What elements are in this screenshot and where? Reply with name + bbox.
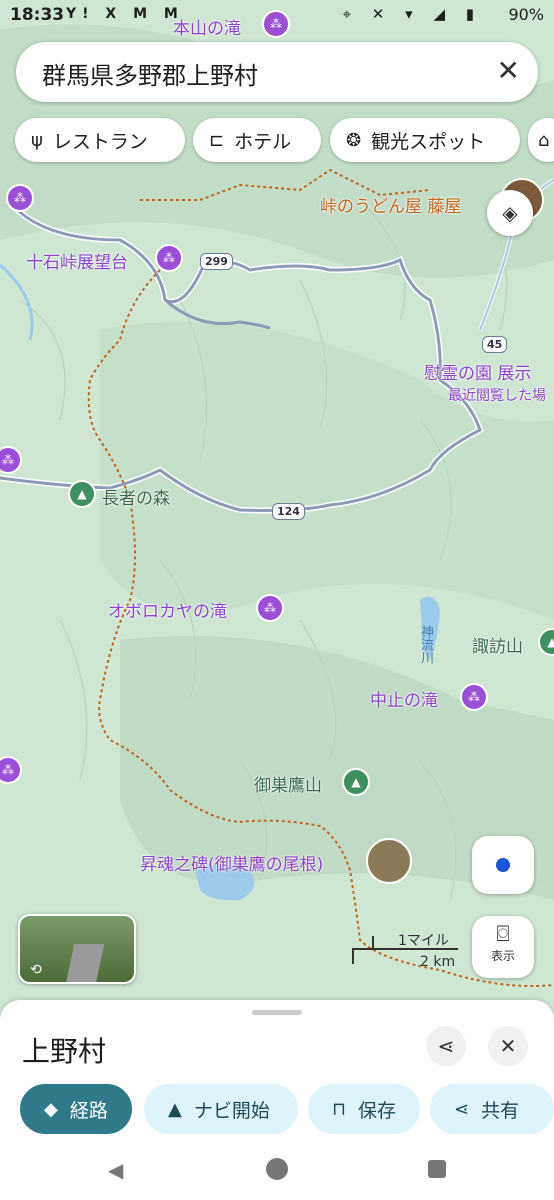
viewpoint-pin-icon[interactable]: ⁂ (155, 244, 183, 272)
share-icon: ⋖ (437, 1034, 455, 1058)
lens-button[interactable]: ⌼ 表示 (472, 916, 534, 978)
scale-imperial: 1マイル (398, 933, 449, 949)
close-sheet-button[interactable]: ✕ (488, 1026, 528, 1066)
chip-label: レストラン (52, 130, 148, 153)
poi-label-ireino[interactable]: 慰霊の園 展示 (424, 359, 531, 384)
back-icon[interactable]: ◀ (108, 1158, 123, 1182)
poi-pin-icon[interactable]: ⁂ (6, 184, 34, 212)
street-view-icon: ⟲ (30, 962, 42, 978)
waterfall-pin-icon[interactable]: ⁂ (460, 683, 488, 711)
poi-label-jikkoku[interactable]: 十石峠展望台 (26, 248, 128, 273)
route-shield-299: 299 (200, 253, 233, 270)
location-dot-icon (496, 858, 510, 872)
chip-hotel[interactable]: ⊏ ホテル (193, 118, 321, 162)
map-scale: 1マイル 2 km (352, 930, 462, 970)
notification-icons: Y! X M M (66, 6, 184, 22)
poi-label-chojya[interactable]: 長者の森 (102, 484, 170, 509)
recents-icon[interactable] (428, 1160, 446, 1178)
my-location-button[interactable] (472, 836, 534, 894)
directions-icon: ◆ (44, 1098, 58, 1120)
river-label: 神流川 (418, 625, 433, 664)
road-thumb (65, 944, 105, 982)
share-action-button[interactable]: ⋖ 共有 (430, 1084, 554, 1134)
layers-icon: ◈ (502, 201, 518, 225)
close-icon[interactable]: ✕ (497, 54, 520, 87)
scale-tick (352, 948, 354, 964)
scale-metric: 2 km (420, 954, 456, 970)
chip-restaurant[interactable]: ψ レストラン (15, 118, 185, 162)
scale-bar (352, 948, 458, 950)
restaurant-icon: ψ (31, 129, 43, 151)
mountain-pin-icon[interactable]: ▲ (342, 768, 370, 796)
directions-button[interactable]: ◆ 経路 (20, 1084, 132, 1134)
waterfall-pin-icon[interactable]: ⁂ (256, 594, 284, 622)
street-view-thumbnail[interactable]: ⟲ (18, 914, 136, 984)
camera-icon: ⌼ (496, 922, 510, 947)
action-label: 保存 (358, 1099, 397, 1122)
waterfall-pin-icon[interactable]: ⁂ (262, 10, 290, 38)
chip-label: 観光スポット (371, 130, 486, 153)
route-shield-45: 45 (482, 336, 508, 353)
layers-button[interactable]: ◈ (487, 190, 533, 236)
close-icon: ✕ (499, 1034, 517, 1058)
start-navigation-button[interactable]: ▲ ナビ開始 (144, 1084, 298, 1134)
poi-label-suwayama[interactable]: 諏訪山 (472, 632, 523, 657)
hotel-icon: ⊏ (209, 129, 225, 151)
action-label: 共有 (481, 1099, 520, 1122)
scale-tick (372, 936, 374, 948)
save-button[interactable]: ⊓ 保存 (308, 1084, 420, 1134)
outdoor-icon: ⌂ (538, 129, 550, 151)
park-pin-icon[interactable]: ▲ (68, 480, 96, 508)
poi-label-oborokaya[interactable]: オボロカヤの滝 (108, 597, 227, 622)
status-time: 18:33 (10, 5, 65, 25)
action-label: ナビ開始 (193, 1099, 270, 1122)
chip-label: ホテル (234, 130, 292, 153)
system-icons: ⌖ ✕ ▾ ◢ ▮ (342, 5, 482, 23)
poi-label-osutaka[interactable]: 御巣鷹山 (254, 771, 322, 796)
sheet-handle[interactable] (252, 1010, 302, 1015)
poi-label-nakadome[interactable]: 中止の滝 (370, 686, 438, 711)
battery-percent: 90% (508, 5, 544, 24)
share-icon: ⋖ (454, 1098, 470, 1120)
monument-photo-pin[interactable] (366, 838, 412, 884)
share-button[interactable]: ⋖ (426, 1026, 466, 1066)
bookmark-icon: ⊓ (332, 1098, 347, 1120)
chip-attraction[interactable]: ❂ 観光スポット (330, 118, 520, 162)
place-title: 上野村 (22, 1035, 107, 1068)
recently-viewed-label: 最近閲覧した場 (448, 388, 546, 404)
search-bar[interactable]: 群馬県多野郡上野村 ✕ (16, 42, 538, 102)
search-query[interactable]: 群馬県多野郡上野村 (42, 56, 258, 91)
action-label: 経路 (69, 1099, 108, 1122)
lens-label: 表示 (490, 949, 515, 963)
poi-label-shokon[interactable]: 昇魂之碑(御巣鷹の尾根) (140, 850, 323, 875)
poi-label-toge-udon[interactable]: 峠のうどん屋 藤屋 (320, 192, 461, 217)
poi-label-honzan[interactable]: 本山の滝 (173, 14, 241, 39)
route-shield-124: 124 (272, 503, 305, 520)
attraction-icon: ❂ (346, 129, 362, 151)
system-nav-bar: ◀ (0, 1148, 554, 1200)
home-icon[interactable] (266, 1158, 288, 1180)
navigation-icon: ▲ (168, 1098, 182, 1120)
